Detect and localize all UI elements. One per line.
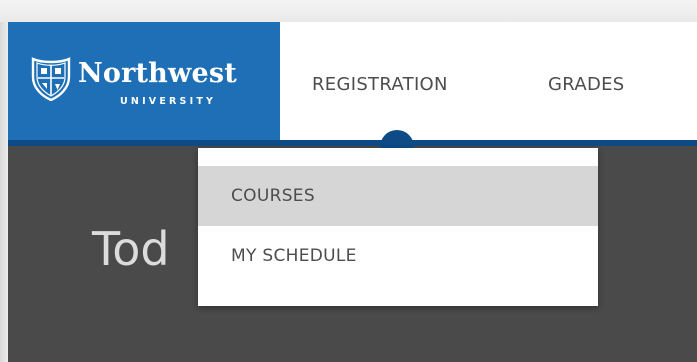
- page-title: Tod: [92, 222, 170, 276]
- brand-logo-link[interactable]: Northwest UNIVERSITY: [8, 22, 280, 140]
- nav-registration[interactable]: REGISTRATION: [312, 74, 448, 95]
- window-edge: [0, 22, 8, 362]
- brand-name: Northwest: [78, 58, 237, 89]
- brand-subname: UNIVERSITY: [120, 96, 217, 107]
- registration-dropdown-menu: COURSES MY SCHEDULE: [198, 148, 598, 306]
- menu-item-my-schedule[interactable]: MY SCHEDULE: [198, 226, 598, 286]
- menu-item-courses[interactable]: COURSES: [198, 166, 598, 226]
- nav-grades[interactable]: GRADES: [548, 74, 625, 95]
- app-window: Northwest UNIVERSITY REGISTRATION GRADES…: [0, 0, 697, 362]
- top-strip: [0, 0, 697, 23]
- shield-crest-icon: [31, 57, 71, 101]
